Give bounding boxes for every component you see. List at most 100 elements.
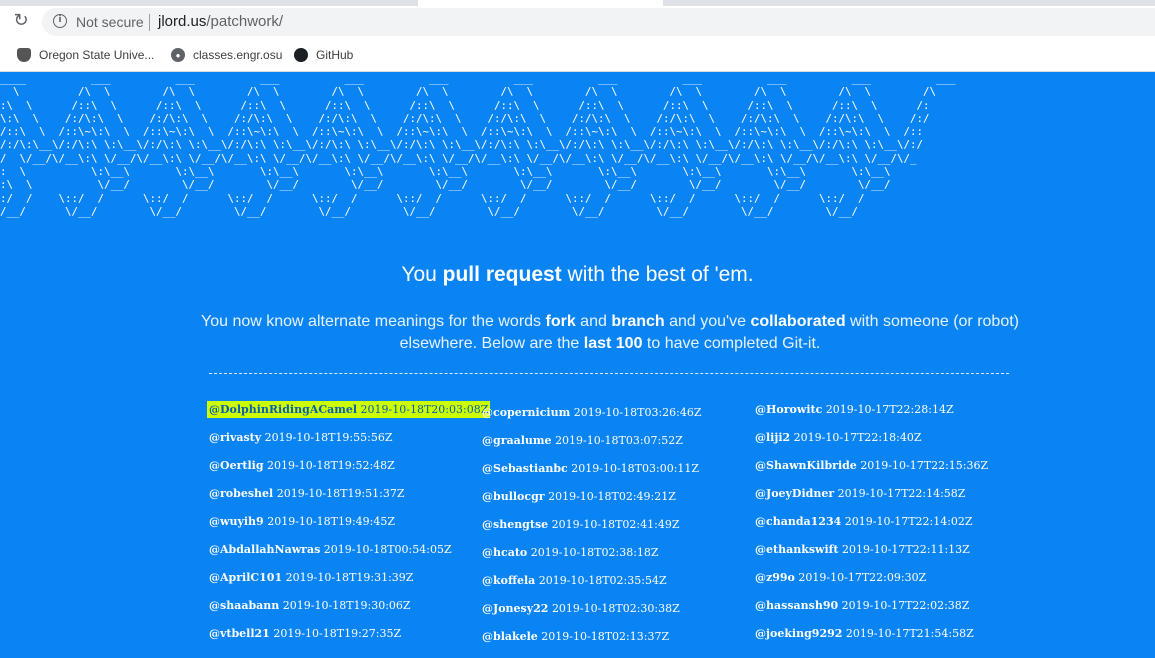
contributor-entry: @DolphinRidingACamel 2019-10-18T20:03:08… — [209, 402, 489, 430]
contributor-entry: @chanda1234 2019-10-17T22:14:02Z — [755, 514, 1025, 542]
contributor-username-link[interactable]: @copernicium — [482, 406, 570, 419]
bookmark-oregon-state[interactable]: Oregon State Unive... — [17, 46, 154, 64]
contributor-timestamp: 2019-10-17T22:14:02Z — [844, 515, 973, 528]
contributor-timestamp: 2019-10-17T22:14:58Z — [837, 487, 966, 500]
contributor-entry: @liji2 2019-10-17T22:18:40Z — [755, 430, 1025, 458]
contributor-entry: @AbdallahNawras 2019-10-18T00:54:05Z — [209, 542, 479, 570]
contributor-timestamp: 2019-10-17T21:54:58Z — [845, 627, 974, 640]
contributor-timestamp: 2019-10-18T19:30:06Z — [282, 599, 411, 612]
contributor-username-link[interactable]: @ShawnKilbride — [755, 459, 857, 472]
contributor-entry: @JoeyDidner 2019-10-17T22:14:58Z — [755, 486, 1025, 514]
contributor-entry: @hcato 2019-10-18T02:38:18Z — [482, 545, 752, 573]
contributors-column-3: @Horowitc 2019-10-17T22:28:14Z @liji2 201… — [755, 402, 1025, 654]
subtitle-bold-branch: branch — [611, 313, 665, 330]
globe-icon: ● — [171, 48, 185, 62]
url-path: /patchwork/ — [206, 13, 284, 30]
contributor-username-link[interactable]: @JoeyDidner — [755, 487, 834, 500]
contributor-timestamp: 2019-10-17T22:18:40Z — [793, 431, 922, 444]
contributor-username-link[interactable]: @blakele — [482, 630, 538, 643]
subtitle-text: and you've — [664, 313, 751, 330]
contributor-username-link[interactable]: @liji2 — [755, 431, 790, 444]
contributor-timestamp: 2019-10-18T03:26:46Z — [573, 406, 702, 419]
contributor-timestamp: 2019-10-18T03:07:52Z — [555, 434, 683, 447]
contributor-entry: @Oertlig 2019-10-18T19:52:48Z — [209, 458, 479, 486]
contributor-username-link[interactable]: @bullocgr — [482, 490, 545, 503]
address-bar[interactable]: i Not secure jlord.us/patchwork/ — [42, 8, 1155, 36]
contributor-timestamp: 2019-10-18T19:27:35Z — [273, 627, 402, 640]
contributor-entry: @copernicium 2019-10-18T03:26:46Z — [482, 405, 752, 433]
dashed-divider — [209, 373, 1009, 374]
contributor-timestamp: 2019-10-17T22:02:38Z — [841, 599, 970, 612]
contributor-username-link[interactable]: @shengtse — [482, 518, 548, 531]
contributor-username-link[interactable]: @shaabann — [209, 599, 279, 612]
bookmark-label: classes.engr.osu — [193, 48, 283, 62]
contributor-timestamp: 2019-10-18T19:51:37Z — [276, 487, 405, 500]
contributor-username-link[interactable]: @z99o — [755, 571, 795, 584]
contributor-timestamp: 2019-10-18T02:13:37Z — [541, 630, 670, 643]
bookmark-github[interactable]: GitHub — [294, 46, 353, 64]
contributor-timestamp: 2019-10-18T00:54:05Z — [323, 543, 452, 556]
contributor-entry: @wuyih9 2019-10-18T19:49:45Z — [209, 514, 479, 542]
security-label[interactable]: Not secure — [76, 14, 144, 30]
contributor-timestamp: 2019-10-18T19:55:56Z — [264, 431, 393, 444]
contributor-timestamp: 2019-10-17T22:15:36Z — [860, 459, 989, 472]
ascii-art-banner: ____ ___ ___ ___ ___ ___ ___ ___ ___ ___… — [0, 72, 956, 218]
contributors-column-1: @DolphinRidingACamel 2019-10-18T20:03:08… — [209, 402, 489, 654]
contributor-timestamp: 2019-10-18T19:49:45Z — [267, 515, 396, 528]
contributors-column-2: @copernicium 2019-10-18T03:26:46Z @graalu… — [482, 405, 752, 657]
contributor-username-link[interactable]: @vtbell21 — [209, 627, 270, 640]
reload-icon[interactable]: ↻ — [10, 10, 32, 32]
info-icon[interactable]: i — [53, 14, 67, 28]
url-host: jlord.us — [158, 13, 207, 30]
contributor-username-link[interactable]: @Horowitc — [755, 403, 822, 416]
contributor-timestamp: 2019-10-18T02:49:21Z — [548, 490, 676, 503]
contributor-entry: @shengtse 2019-10-18T02:41:49Z — [482, 517, 752, 545]
contributor-entry: @hassansh90 2019-10-17T22:02:38Z — [755, 598, 1025, 626]
contributor-username-link[interactable]: @DolphinRidingACamel — [209, 403, 358, 416]
contributor-timestamp: 2019-10-18T02:30:38Z — [551, 602, 680, 615]
contributor-username-link[interactable]: @hcato — [482, 546, 527, 559]
osu-logo-icon — [17, 48, 31, 62]
contributor-username-link[interactable]: @hassansh90 — [755, 599, 838, 612]
contributor-timestamp: 2019-10-18T02:35:54Z — [538, 574, 667, 587]
contributor-entry: @joeking9292 2019-10-17T21:54:58Z — [755, 626, 1025, 654]
contributor-entry: @rivasty 2019-10-18T19:55:56Z — [209, 430, 479, 458]
contributor-timestamp: 2019-10-18T02:41:49Z — [551, 518, 680, 531]
contributor-username-link[interactable]: @AbdallahNawras — [209, 543, 320, 556]
contributor-username-link[interactable]: @Jonesy22 — [482, 602, 548, 615]
contributor-username-link[interactable]: @graalume — [482, 434, 552, 447]
subtitle-bold-fork: fork — [545, 313, 576, 330]
headline-text: You — [401, 263, 443, 286]
bookmarks-bar: Oregon State Unive... ● classes.engr.osu… — [0, 38, 1155, 72]
subtitle-text: and — [575, 313, 612, 330]
contributor-timestamp: 2019-10-18T19:31:39Z — [285, 571, 414, 584]
contributor-username-link[interactable]: @AprilC101 — [209, 571, 282, 584]
contributor-timestamp: 2019-10-18T20:03:08Z — [360, 403, 489, 416]
contributor-username-link[interactable]: @joeking9292 — [755, 627, 842, 640]
contributor-username-link[interactable]: @wuyih9 — [209, 515, 264, 528]
bookmark-label: GitHub — [316, 48, 354, 62]
contributor-timestamp: 2019-10-17T22:09:30Z — [798, 571, 927, 584]
bookmark-classes-engr[interactable]: ● classes.engr.osu — [171, 46, 282, 64]
page-headline: You pull request with the best of 'em. — [0, 263, 1155, 287]
page-subtitle: You now know alternate meanings for the … — [200, 311, 1020, 355]
contributor-timestamp: 2019-10-18T03:00:11Z — [571, 462, 700, 475]
contributor-username-link[interactable]: @Oertlig — [209, 459, 264, 472]
contributor-username-link[interactable]: @rivasty — [209, 431, 261, 444]
contributor-entry: @z99o 2019-10-17T22:09:30Z — [755, 570, 1025, 598]
contributor-username-link[interactable]: @Sebastianbc — [482, 462, 568, 475]
contributor-username-link[interactable]: @ethankswift — [755, 543, 838, 556]
contributor-entry: @vtbell21 2019-10-18T19:27:35Z — [209, 626, 479, 654]
contributor-username-link[interactable]: @chanda1234 — [755, 515, 841, 528]
omnibox-divider — [149, 14, 150, 31]
contributor-username-link[interactable]: @robeshel — [209, 487, 273, 500]
url-text[interactable]: jlord.us/patchwork/ — [158, 13, 283, 30]
subtitle-text: to have completed Git-it. — [642, 335, 821, 352]
contributor-entry: @shaabann 2019-10-18T19:30:06Z — [209, 598, 479, 626]
contributor-entry: @blakele 2019-10-18T02:13:37Z — [482, 629, 752, 657]
contributor-entry: @robeshel 2019-10-18T19:51:37Z — [209, 486, 479, 514]
subtitle-text: You now know alternate meanings for the … — [201, 313, 546, 330]
contributor-username-link[interactable]: @koffela — [482, 574, 535, 587]
headline-text-end: with the best of 'em. — [561, 263, 754, 286]
contributor-entry: @bullocgr 2019-10-18T02:49:21Z — [482, 489, 752, 517]
